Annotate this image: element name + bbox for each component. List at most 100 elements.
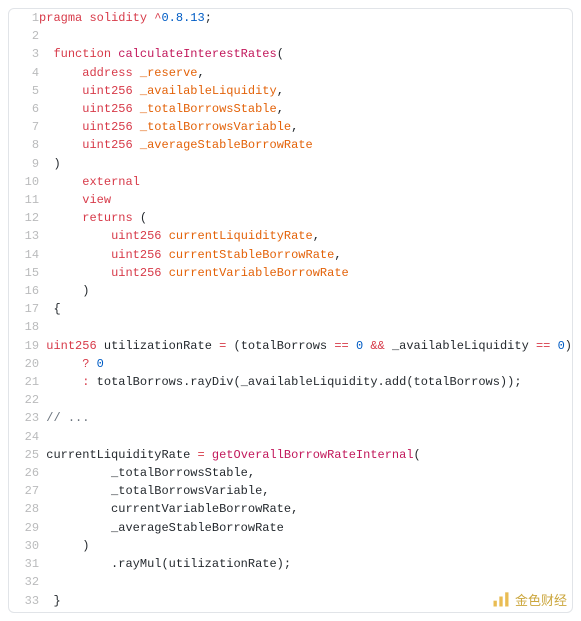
line-number: 14: [9, 246, 39, 264]
code-line: 5 uint256 _availableLiquidity,: [9, 82, 572, 100]
line-number: 11: [9, 191, 39, 209]
line-content: uint256 currentLiquidityRate,: [39, 227, 572, 245]
code-line: 32: [9, 573, 572, 591]
code-line: 19 uint256 utilizationRate = (totalBorro…: [9, 337, 572, 355]
line-number: 32: [9, 573, 39, 591]
code-line: 3 function calculateInterestRates(: [9, 45, 572, 63]
code-line: 33 }: [9, 592, 572, 610]
line-number: 24: [9, 428, 39, 446]
line-number: 15: [9, 264, 39, 282]
code-line: 11 view: [9, 191, 572, 209]
line-content: ): [39, 155, 572, 173]
line-number: 16: [9, 282, 39, 300]
code-line: 9 ): [9, 155, 572, 173]
line-number: 19: [9, 337, 39, 355]
code-line: 8 uint256 _averageStableBorrowRate: [9, 136, 572, 154]
line-number: 17: [9, 300, 39, 318]
code-line: 22: [9, 391, 572, 409]
code-line: 1pragma solidity ^0.8.13;: [9, 9, 572, 27]
line-content: uint256 _totalBorrowsVariable,: [39, 118, 572, 136]
code-line: 7 uint256 _totalBorrowsVariable,: [9, 118, 572, 136]
line-number: 21: [9, 373, 39, 391]
line-content: returns (: [39, 209, 572, 227]
line-number: 18: [9, 318, 39, 336]
line-number: 22: [9, 391, 39, 409]
line-content: ? 0: [39, 355, 572, 373]
line-number: 2: [9, 27, 39, 45]
line-content: currentVariableBorrowRate,: [39, 500, 572, 518]
line-content: uint256 _averageStableBorrowRate: [39, 136, 572, 154]
code-line: 23 // ...: [9, 409, 572, 427]
line-content: uint256 _availableLiquidity,: [39, 82, 572, 100]
line-content: : totalBorrows.rayDiv(_availableLiquidit…: [39, 373, 572, 391]
code-line: 29 _averageStableBorrowRate: [9, 519, 572, 537]
line-number: 29: [9, 519, 39, 537]
line-number: 31: [9, 555, 39, 573]
line-content: uint256 utilizationRate = (totalBorrows …: [39, 337, 572, 355]
code-line: 24: [9, 428, 572, 446]
line-number: 28: [9, 500, 39, 518]
line-content: ): [39, 537, 572, 555]
code-line: 30 ): [9, 537, 572, 555]
code-body: 1pragma solidity ^0.8.13;2 3 function ca…: [9, 9, 572, 610]
line-number: 20: [9, 355, 39, 373]
line-number: 27: [9, 482, 39, 500]
code-line: 2: [9, 27, 572, 45]
code-line: 27 _totalBorrowsVariable,: [9, 482, 572, 500]
code-line: 25 currentLiquidityRate = getOverallBorr…: [9, 446, 572, 464]
line-number: 30: [9, 537, 39, 555]
code-line: 31 .rayMul(utilizationRate);: [9, 555, 572, 573]
code-line: 13 uint256 currentLiquidityRate,: [9, 227, 572, 245]
code-line: 26 _totalBorrowsStable,: [9, 464, 572, 482]
line-content: address _reserve,: [39, 64, 572, 82]
line-content: // ...: [39, 409, 572, 427]
watermark: 金色财经: [491, 589, 567, 609]
line-content: [39, 428, 572, 446]
line-content: [39, 391, 572, 409]
line-number: 1: [9, 9, 39, 27]
code-table: 1pragma solidity ^0.8.13;2 3 function ca…: [9, 9, 572, 610]
line-number: 23: [9, 409, 39, 427]
line-content: ): [39, 282, 572, 300]
line-content: [39, 318, 572, 336]
code-block: 1pragma solidity ^0.8.13;2 3 function ca…: [8, 8, 573, 613]
line-number: 33: [9, 592, 39, 610]
code-line: 21 : totalBorrows.rayDiv(_availableLiqui…: [9, 373, 572, 391]
line-content: currentLiquidityRate = getOverallBorrowR…: [39, 446, 572, 464]
line-content: {: [39, 300, 572, 318]
code-line: 15 uint256 currentVariableBorrowRate: [9, 264, 572, 282]
code-line: 10 external: [9, 173, 572, 191]
code-line: 12 returns (: [9, 209, 572, 227]
line-content: pragma solidity ^0.8.13;: [39, 9, 572, 27]
line-number: 7: [9, 118, 39, 136]
line-content: uint256 currentStableBorrowRate,: [39, 246, 572, 264]
logo-icon: [491, 589, 511, 609]
code-line: 14 uint256 currentStableBorrowRate,: [9, 246, 572, 264]
line-number: 4: [9, 64, 39, 82]
line-content: .rayMul(utilizationRate);: [39, 555, 572, 573]
line-content: uint256 currentVariableBorrowRate: [39, 264, 572, 282]
line-number: 26: [9, 464, 39, 482]
line-content: _totalBorrowsStable,: [39, 464, 572, 482]
code-line: 20 ? 0: [9, 355, 572, 373]
watermark-text: 金色财经: [515, 590, 567, 609]
line-content: uint256 _totalBorrowsStable,: [39, 100, 572, 118]
line-content: function calculateInterestRates(: [39, 45, 572, 63]
line-content: external: [39, 173, 572, 191]
line-content: view: [39, 191, 572, 209]
code-line: 4 address _reserve,: [9, 64, 572, 82]
line-number: 3: [9, 45, 39, 63]
line-number: 9: [9, 155, 39, 173]
line-content: _averageStableBorrowRate: [39, 519, 572, 537]
line-number: 5: [9, 82, 39, 100]
code-line: 28 currentVariableBorrowRate,: [9, 500, 572, 518]
line-number: 6: [9, 100, 39, 118]
line-content: _totalBorrowsVariable,: [39, 482, 572, 500]
line-number: 10: [9, 173, 39, 191]
code-line: 6 uint256 _totalBorrowsStable,: [9, 100, 572, 118]
code-line: 16 ): [9, 282, 572, 300]
line-content: [39, 27, 572, 45]
line-number: 8: [9, 136, 39, 154]
line-number: 13: [9, 227, 39, 245]
code-line: 18: [9, 318, 572, 336]
